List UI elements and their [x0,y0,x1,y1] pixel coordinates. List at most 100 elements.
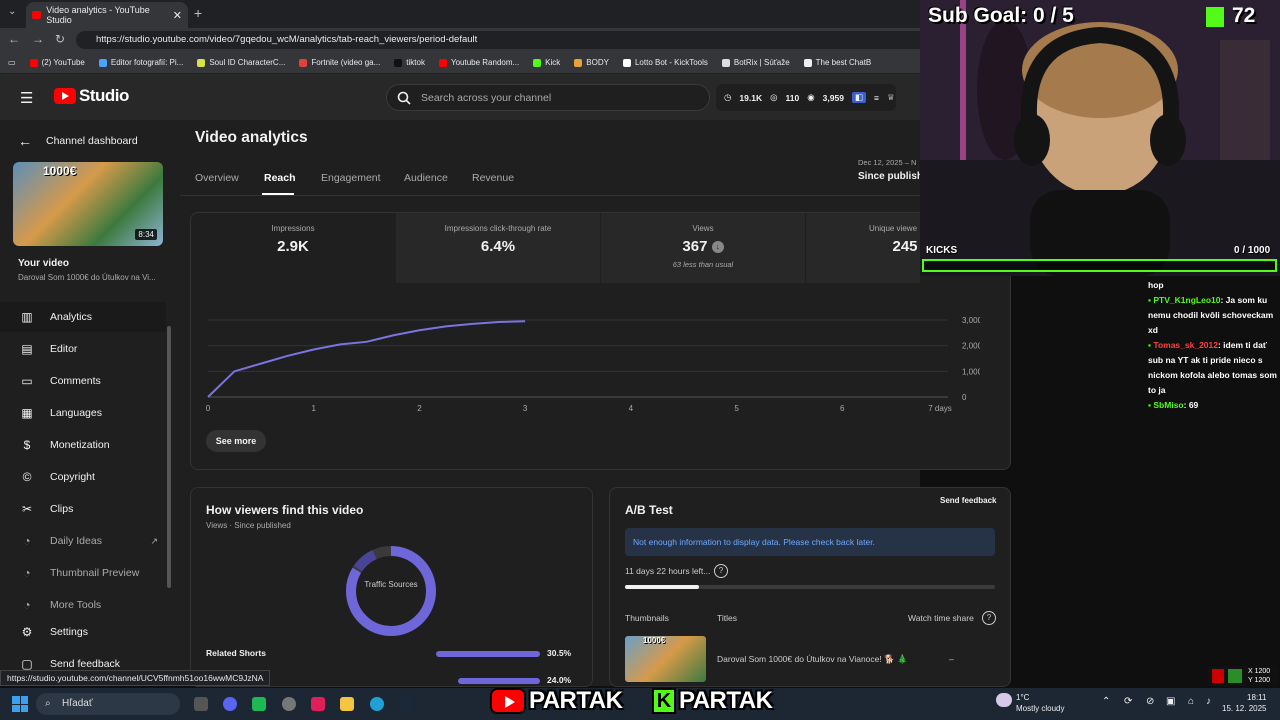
date-range[interactable]: Dec 12, 2025 – N [858,158,916,167]
subscribers-count: 19.1K [739,92,763,103]
steam-icon[interactable] [399,697,413,711]
sidebar-item-settings[interactable]: ⚙ Settings [0,617,166,647]
tiktok-icon[interactable] [311,697,325,711]
weather-widget[interactable]: 1°C Mostly cloudy [1016,692,1064,714]
reload-icon[interactable]: ↻ [55,32,65,46]
chart-y-tick: 3,000 [962,316,980,325]
bookmark-item[interactable]: BODY [574,58,609,67]
views-icon: ◉ [807,92,815,102]
views-count: 3,959 [822,92,844,103]
weather-temp: 1°C [1016,693,1030,702]
bookmark-item[interactable]: Fortnite (video ga... [299,58,380,67]
sub-goal-text: Sub Goal: 0 / 5 [928,4,1074,27]
sidebar-item-clips[interactable]: ✂ Clips [0,494,166,524]
ab-time-left: 11 days 22 hours left... [625,566,711,576]
bookmark-item[interactable]: Editor fotografií: Pi... [98,58,183,67]
period-selector[interactable]: Since publish [858,171,923,182]
metric-ctr[interactable]: Impressions click-through rate 6.4% [396,213,600,283]
new-tab-icon[interactable]: + [194,5,202,21]
bookmark-item[interactable]: Lotto Bot - KickTools [622,58,708,67]
bookmark-item[interactable]: tiktok [394,58,425,67]
bookmark-item[interactable]: Kick [533,58,560,67]
resolution-badge: X 1200 Y 1200 [1208,666,1278,686]
video-thumbnail[interactable]: 1000€ 8:34 [13,162,163,246]
tab-search-icon[interactable]: ⌄ [8,6,16,17]
forward-icon[interactable]: → [32,32,44,46]
page-title: Video analytics [195,129,308,146]
webcam-scene [920,0,1280,276]
task-view-icon[interactable] [194,697,208,711]
tray-sync-icon[interactable]: ⟳ [1124,696,1132,707]
tab-engagement[interactable]: Engagement [321,172,381,184]
tray-volume-icon[interactable]: ♪ [1206,696,1211,707]
tab-overview[interactable]: Overview [195,172,239,184]
taskbar-search[interactable]: ⌕ Hľadať [36,693,180,715]
sidebar-item-thumbnail-preview[interactable]: ◔ Thumbnail Preview [0,558,166,588]
discord-icon[interactable] [223,697,237,711]
metric-impressions[interactable]: Impressions 2.9K [191,213,395,283]
sidebar-scrollbar[interactable] [167,326,171,588]
bookmark-item[interactable]: Youtube Random... [438,58,519,67]
ab-col-watch-time: Watch time share [908,613,974,623]
tab-reach[interactable]: Reach [264,172,296,184]
traffic-row-value: 24.0% [547,675,572,685]
windows-start-icon[interactable] [12,696,28,712]
close-tab-icon[interactable]: ✕ [173,9,182,22]
sidebar-item-monetization[interactable]: $ Monetization [0,430,166,460]
help-icon[interactable]: ? [714,564,728,578]
send-feedback-link[interactable]: Send feedback [940,496,996,505]
traffic-row-bar [458,678,540,684]
url-field[interactable]: https://studio.youtube.com/video/7gqedou… [76,31,936,49]
languages-icon: ▦ [21,406,33,420]
settings-icon: ⚙ [21,625,33,639]
logo-text: Studio [79,86,129,105]
help-icon[interactable]: ? [982,611,996,625]
browser-tab[interactable]: Video analytics - YouTube Studio ✕ [26,2,188,28]
ab-thumbnail[interactable]: 1000€ [625,636,706,682]
sidebar-item-editor[interactable]: ▤ Editor [0,334,166,364]
bookmark-item[interactable]: (2) YouTube [29,58,85,67]
tray-app-icon[interactable]: ▣ [1166,696,1175,707]
file-explorer-icon[interactable] [340,697,354,711]
menu-icon[interactable]: ☰ [20,89,33,107]
metric-unique-viewers[interactable]: Unique viewe 245 [806,213,920,283]
back-icon[interactable]: ← [8,32,20,46]
bookmark-apps-icon[interactable]: ▭ [8,58,16,67]
sidebar-item-analytics[interactable]: ▥ Analytics [0,302,166,332]
search-input[interactable]: Search across your channel [386,84,710,111]
analytics-icon: ▥ [21,310,33,324]
app-green-icon[interactable] [252,697,266,711]
external-link-icon: ↗ [150,535,158,546]
tray-network-icon[interactable]: ⌂ [1188,696,1194,707]
ab-row-title: Daroval Som 1000€ do Útulkov na Vianoce!… [717,654,908,664]
list-icon[interactable]: ≡ [874,93,879,103]
sidebar-item-languages[interactable]: ▦ Languages [0,398,166,428]
see-more-button[interactable]: See more [206,430,266,452]
sidebar-item-comments[interactable]: ▭ Comments [0,366,166,396]
chart-y-tick: 1,000 [962,367,980,376]
sidebar-item-copyright[interactable]: © Copyright [0,462,166,492]
tab-revenue[interactable]: Revenue [472,172,514,184]
chat-message: ▪ PTV_K1ngLeo10: Ja som ku nemu chodil k… [1148,295,1274,335]
sidebar-item-more-tools[interactable]: ◔ More Tools [0,590,166,620]
edge-icon[interactable] [370,697,384,711]
metric-views[interactable]: Views 367 ↓ 63 less than usual [601,213,805,283]
extension-icon[interactable]: ◧ [851,92,866,103]
tab-audience[interactable]: Audience [404,172,448,184]
sidebar-item-label: Analytics [50,311,93,323]
green-indicator-icon [1228,669,1242,683]
bookmark-item[interactable]: The best ChatB [803,58,871,67]
metric-subtext: 63 less than usual [672,260,734,269]
bookmark-item[interactable]: Soul ID CharacterC... [197,58,285,67]
studio-logo[interactable]: Studio [54,86,129,106]
tray-mute-icon[interactable]: ⊘ [1146,696,1154,707]
taskbar-clock[interactable]: 18:11 15. 12. 2025 [1222,692,1266,714]
bookmark-item[interactable]: BotRix | Súťaže [721,58,790,67]
youtube-brand-overlay: PARTAK [490,685,623,717]
trophy-icon[interactable]: ♕ [887,92,895,103]
chrome-icon[interactable] [282,697,296,711]
channel-dashboard-link[interactable]: ← Channel dashboard [18,133,138,149]
sidebar-item-daily-ideas[interactable]: ◔ Daily Ideas ↗ [0,526,166,556]
youtube-brand-name: PARTAK [529,687,623,714]
tray-chevron-icon[interactable]: ⌃ [1102,696,1110,707]
